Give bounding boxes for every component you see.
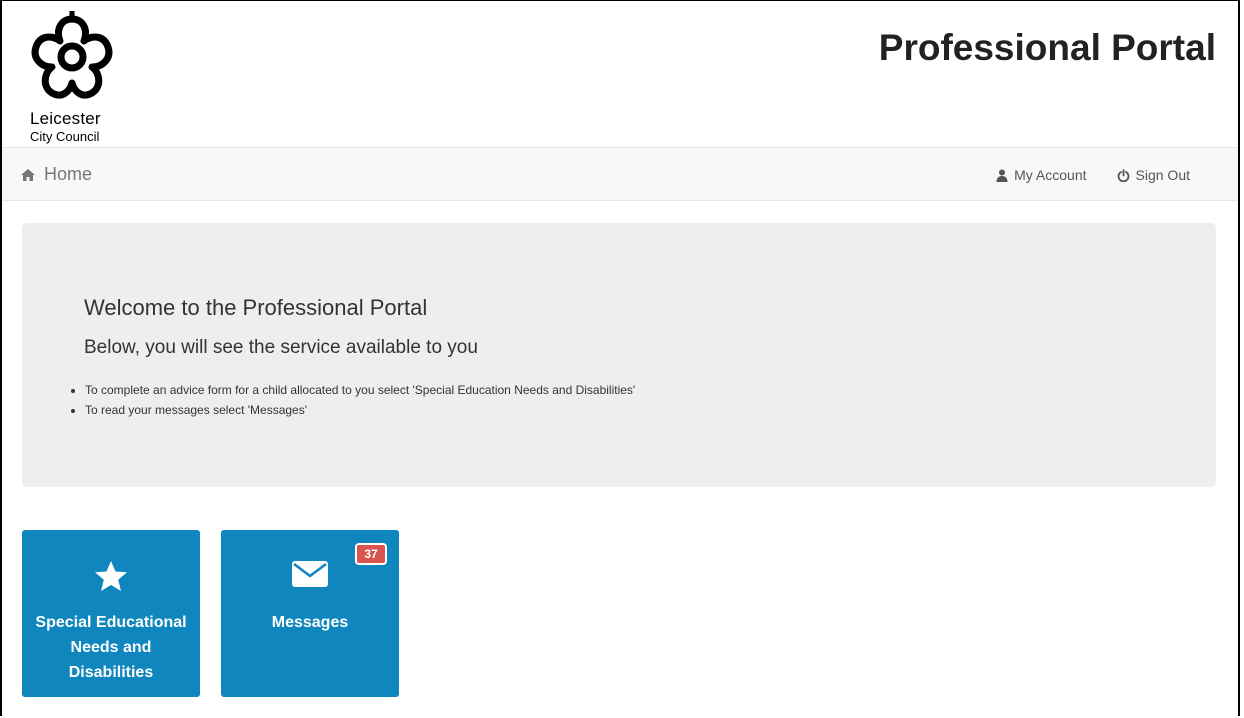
my-account-label: My Account (1014, 167, 1087, 183)
welcome-panel: Welcome to the Professional Portal Below… (22, 223, 1216, 487)
user-icon (996, 169, 1008, 182)
unread-count-badge: 37 (355, 543, 387, 565)
logo-text-city-council: City Council (30, 129, 100, 144)
home-link[interactable]: Home (20, 164, 92, 185)
rose-logo-icon (31, 11, 113, 99)
account-nav: My Account Sign Out (996, 167, 1190, 183)
page-title: Professional Portal (878, 27, 1216, 68)
messages-tile-label: Messages (271, 614, 349, 631)
home-icon (21, 168, 35, 181)
envelope-icon (292, 561, 328, 587)
nav-bar: Home My Account Sign Out (2, 147, 1238, 201)
star-icon (95, 561, 127, 591)
logo-text-leicester: Leicester (30, 109, 101, 128)
sen-tile-button[interactable]: Special Educational Needs and Disabiliti… (22, 530, 200, 697)
messages-tile-button[interactable]: 37 Messages (221, 530, 399, 697)
site-header: Leicester City Council Professional Port… (2, 1, 1238, 147)
sign-out-label: Sign Out (1135, 167, 1190, 183)
sen-tile-label: Special Educational Needs and Disabiliti… (35, 614, 187, 681)
council-logo[interactable]: Leicester City Council (22, 9, 142, 147)
list-item: To complete an advice form for a child a… (85, 380, 635, 400)
welcome-subtitle: Below, you will see the service availabl… (84, 337, 478, 358)
sign-out-link[interactable]: Sign Out (1117, 167, 1190, 183)
welcome-title: Welcome to the Professional Portal (84, 295, 428, 320)
home-label: Home (44, 164, 93, 184)
list-item: To read your messages select 'Messages' (85, 400, 635, 420)
power-icon (1117, 168, 1129, 182)
my-account-link[interactable]: My Account (996, 167, 1087, 183)
instructions-list: To complete an advice form for a child a… (65, 380, 635, 420)
